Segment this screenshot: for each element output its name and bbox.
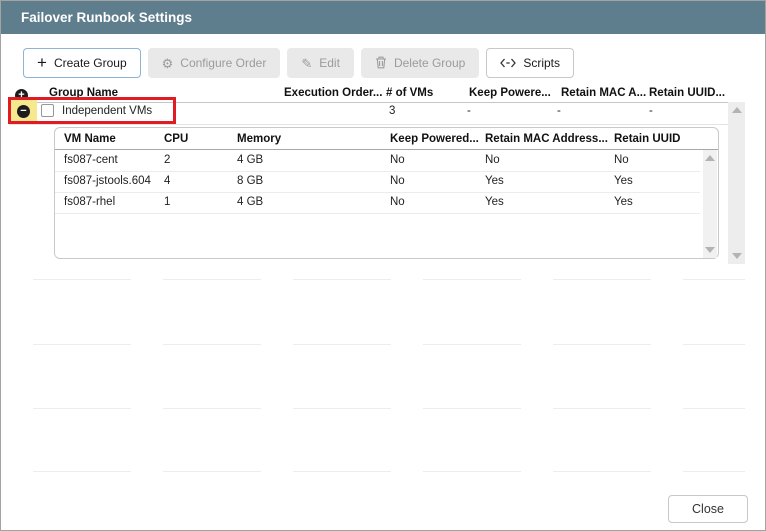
vm-name: fs087-cent [64,154,118,166]
vm-cpu: 2 [164,154,170,166]
column-header-retain-mac[interactable]: Retain MAC A... [561,87,646,99]
vm-keep-powered: No [390,175,405,187]
empty-row-line [33,279,745,280]
vm-retain-mac: Yes [485,175,504,187]
vm-row-divider [55,213,700,214]
scroll-down-icon[interactable] [705,247,715,253]
dialog-titlebar: Failover Runbook Settings [1,1,765,34]
close-button[interactable]: Close [668,495,748,523]
vm-name: fs087-rhel [64,196,115,208]
keep-powered-value: - [467,105,471,117]
empty-row-line [33,471,745,472]
vm-header-divider [55,149,718,150]
scripts-label: Scripts [523,56,560,70]
trash-icon [375,56,387,71]
vm-retain-uuid: Yes [614,196,633,208]
pencil-icon: ✎ [301,57,312,70]
plus-icon: + [37,54,47,71]
column-header-num-vms[interactable]: # of VMs [386,87,433,99]
group-name-value: Independent VMs [62,105,152,117]
edit-button[interactable]: ✎ Edit [287,48,354,78]
vm-retain-mac: Yes [485,196,504,208]
toolbar: + Create Group ⚙ Configure Order ✎ Edit … [23,48,574,78]
gear-icon: ⚙ [162,57,174,70]
vm-retain-mac: No [485,154,500,166]
header-divider [9,102,728,103]
column-header-group-name[interactable]: Group Name [49,87,118,99]
create-group-button[interactable]: + Create Group [23,48,141,78]
vm-column-header-cpu[interactable]: CPU [164,133,188,145]
group-row-divider [9,124,728,125]
vm-row-divider [55,192,700,193]
vm-memory: 4 GB [237,196,263,208]
vm-memory: 4 GB [237,154,263,166]
empty-row-line [33,408,745,409]
collapse-group-icon[interactable]: − [17,105,30,118]
group-row-checkbox[interactable] [41,104,54,117]
retain-uuid-value: - [649,105,653,117]
scroll-up-icon[interactable] [705,155,715,161]
create-group-label: Create Group [54,56,127,70]
column-header-retain-uuid[interactable]: Retain UUID... [649,87,725,99]
delete-group-label: Delete Group [394,56,465,70]
scripts-button[interactable]: Scripts [486,48,574,78]
edit-label: Edit [319,56,340,70]
vm-cpu: 4 [164,175,170,187]
vm-keep-powered: No [390,154,405,166]
vm-keep-powered: No [390,196,405,208]
vm-column-header-name[interactable]: VM Name [64,133,116,145]
group-table-scrollbar[interactable] [728,102,745,264]
scroll-down-icon[interactable] [732,253,742,259]
retain-mac-value: - [557,105,561,117]
vm-column-header-retain-uuid[interactable]: Retain UUID [614,133,680,145]
configure-order-button[interactable]: ⚙ Configure Order [148,48,281,78]
vm-column-header-memory[interactable]: Memory [237,133,281,145]
vm-table-panel: VM Name CPU Memory Keep Powered... Retai… [54,127,719,259]
vm-retain-uuid: Yes [614,175,633,187]
failover-runbook-settings-dialog: Failover Runbook Settings + Create Group… [0,0,766,531]
empty-row-line [33,344,745,345]
num-vms-value: 3 [389,105,395,117]
vm-retain-uuid: No [614,154,629,166]
delete-group-button[interactable]: Delete Group [361,48,479,78]
vm-memory: 8 GB [237,175,263,187]
column-header-keep-powered[interactable]: Keep Powere... [469,87,551,99]
vm-table-scrollbar[interactable] [703,150,717,258]
column-header-execution-order[interactable]: Execution Order... [284,87,382,99]
dialog-title: Failover Runbook Settings [21,1,192,34]
vm-column-header-keep-powered[interactable]: Keep Powered... [390,133,479,145]
vm-row-divider [55,171,700,172]
vm-cpu: 1 [164,196,170,208]
scroll-up-icon[interactable] [732,107,742,113]
vm-column-header-retain-mac[interactable]: Retain MAC Address... [485,133,608,145]
code-icon [500,57,516,70]
vm-name: fs087-jstools.604 [64,175,151,187]
configure-order-label: Configure Order [180,56,266,70]
